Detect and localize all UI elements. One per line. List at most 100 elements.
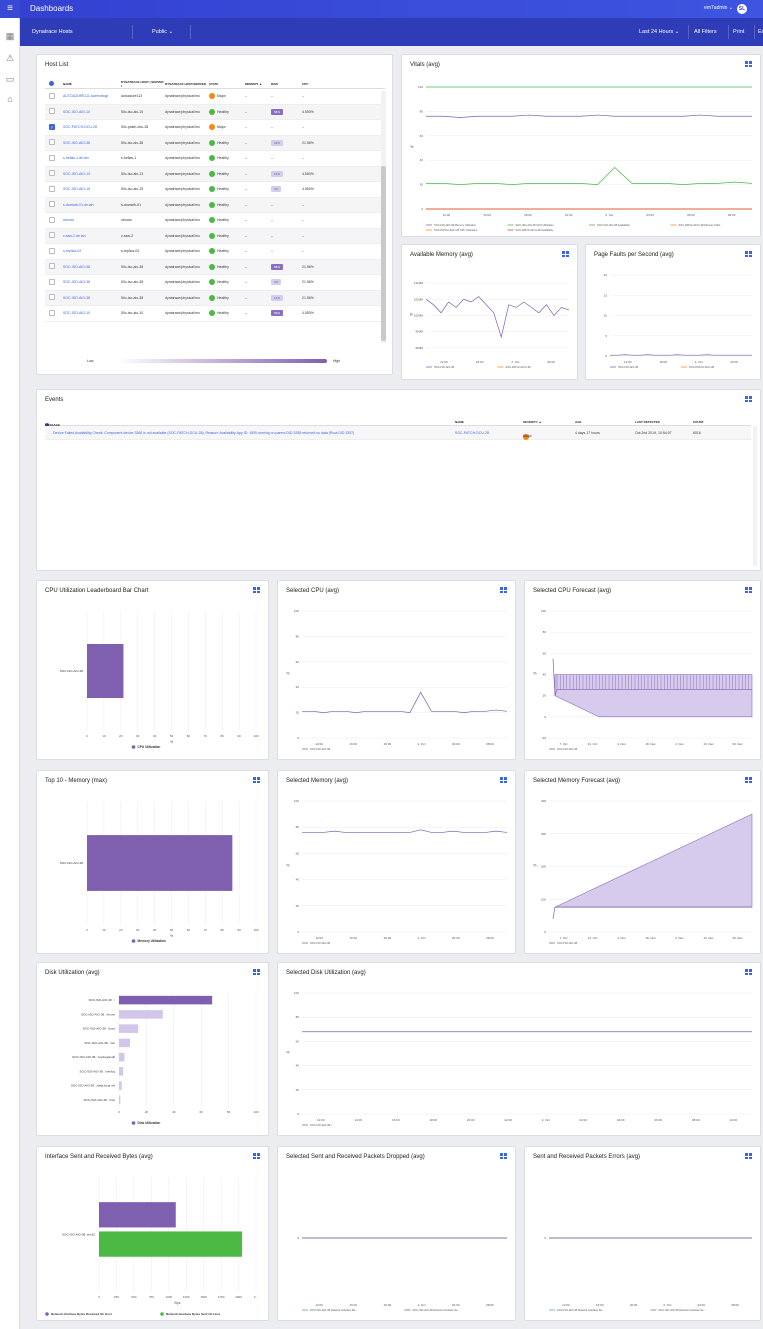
table-row[interactable]: s-hellas-1.de.lan s-hellas-1 dynatrace/phy…	[45, 151, 385, 167]
checkbox-icon[interactable]	[49, 232, 55, 239]
table-row[interactable]: ✓ SOC-PATCH-DCU-28 50c-patch-dcu-28 dynatra…	[45, 120, 385, 136]
row-checkbox[interactable]	[45, 216, 63, 224]
row-checkbox[interactable]	[45, 247, 63, 255]
checkbox-icon[interactable]	[49, 278, 55, 285]
widget-options-icon[interactable]	[500, 1153, 507, 1159]
business-services-icon[interactable]: ⌂	[4, 93, 16, 105]
row-checkbox[interactable]	[45, 185, 63, 193]
host-name-link[interactable]: c-ssw-2.de.lan	[63, 234, 121, 238]
table-row[interactable]: s-docweb-01.de.lan s-docweb-01 dynatrace/p…	[45, 197, 385, 213]
checkbox-icon[interactable]	[49, 154, 55, 161]
widget-options-icon[interactable]	[253, 1153, 260, 1159]
widget-options-icon[interactable]	[745, 969, 752, 975]
column-header[interactable]: DYNATRACE HOST/SERVER	[165, 82, 209, 86]
table-row[interactable]: s-replica-02 s-replica-02 dynatrace/physic…	[45, 244, 385, 260]
checkbox-icon[interactable]	[49, 185, 55, 192]
widget-options-icon[interactable]	[745, 1153, 752, 1159]
row-checkbox[interactable]	[45, 232, 63, 239]
events-scrollbar[interactable]	[753, 426, 757, 566]
widget-options-icon[interactable]	[253, 777, 260, 783]
visibility-dropdown[interactable]: Public ⌄	[152, 29, 173, 35]
table-row[interactable]: SOC-ISO-AIO-38 50c-iso-aio-38 dynatrace/ph…	[45, 275, 385, 291]
column-header[interactable]: LAST DETECTED	[635, 420, 660, 424]
table-row[interactable]: ubuntu ubuntu dynatrace/physical/mo Healthy…	[45, 213, 385, 229]
user-menu[interactable]: em7admin ⌄	[704, 5, 733, 11]
table-row[interactable]: SOC-ISO-AIO-38 50c-iso-aio-38 dynatrace/ph…	[45, 259, 385, 275]
checkbox-icon[interactable]	[49, 139, 55, 146]
widget-options-icon[interactable]	[745, 61, 752, 67]
settings-gear-icon[interactable]	[45, 81, 63, 87]
row-checkbox[interactable]	[45, 154, 63, 162]
row-checkbox[interactable]	[45, 92, 63, 100]
column-header[interactable]: AGE	[575, 420, 582, 424]
column-header[interactable]: MEMORY ▲	[245, 82, 271, 86]
host-name-link[interactable]: SOC-ISO-AIO-38	[63, 141, 121, 145]
widget-options-icon[interactable]	[562, 251, 569, 257]
column-header[interactable]: DISK	[271, 82, 302, 86]
table-row[interactable]: SOC-ISO-AIO-13 50c-iso-aio-13 dynatrace/ph…	[45, 166, 385, 182]
widget-options-icon[interactable]	[745, 587, 752, 593]
host-name-link[interactable]: s-replica-02	[63, 249, 121, 253]
event-row[interactable]: Device Failed Availability Check: Compon…	[45, 426, 751, 440]
row-checkbox[interactable]	[45, 278, 63, 286]
column-header[interactable]: SEVERITY ▲	[523, 420, 542, 424]
checkbox-icon[interactable]	[49, 294, 55, 301]
print-button[interactable]: Print	[733, 29, 744, 35]
row-checkbox[interactable]	[45, 108, 63, 115]
table-row[interactable]: AUTOAZURE111.sciencelogi autoazure113 dyna…	[45, 89, 385, 105]
host-name-link[interactable]: s-docweb-01.de.lan	[63, 203, 121, 207]
widget-options-icon[interactable]	[500, 587, 507, 593]
devices-icon[interactable]: ▭	[4, 73, 16, 85]
checkbox-icon[interactable]	[49, 108, 55, 115]
row-checkbox[interactable]	[45, 170, 63, 177]
events-alert-icon[interactable]: ⚠	[4, 52, 16, 64]
host-list-scrollbar[interactable]	[381, 91, 386, 343]
table-row[interactable]: SOC-ISO-AIO-10 50c-iso-aio-10 dynatrace/ph…	[45, 104, 385, 120]
table-row[interactable]: SOC-ISO-AIO-15 50c-iso-aio-15 dynatrace/ph…	[45, 182, 385, 198]
row-checkbox[interactable]	[45, 294, 63, 301]
row-checkbox[interactable]: ✓	[45, 124, 63, 131]
host-name-link[interactable]: SOC-PATCH-DCU-28	[63, 125, 121, 129]
host-name-link[interactable]: ubuntu	[63, 218, 121, 222]
row-checkbox[interactable]	[45, 309, 63, 317]
column-header[interactable]: NAME	[455, 420, 464, 424]
column-header[interactable]: COUNT	[693, 420, 704, 424]
host-name-link[interactable]: SOC-ISO-AIO-38	[63, 280, 121, 284]
table-row[interactable]: SOC-ISO-AIO-10 50c-iso-aio-10 dynatrace/ph…	[45, 306, 385, 322]
column-header[interactable]: DYNATRACE HOST | SERVER I	[121, 80, 165, 88]
widget-options-icon[interactable]	[253, 587, 260, 593]
edit-button[interactable]: Ed	[758, 29, 763, 35]
widget-options-icon[interactable]	[500, 777, 507, 783]
column-header[interactable]: NAME	[63, 82, 121, 86]
row-checkbox[interactable]	[45, 201, 63, 208]
host-name-link[interactable]: s-hellas-1.de.lan	[63, 156, 121, 160]
dashboard-name[interactable]: Dynatrace Hosts	[32, 29, 73, 35]
host-name-link[interactable]: AUTOAZURE111.sciencelogi	[63, 94, 121, 98]
column-header[interactable]: STATE	[209, 82, 245, 86]
checkbox-icon[interactable]	[49, 216, 55, 223]
time-range-dropdown[interactable]: Last 24 Hours ⌄	[639, 29, 679, 35]
host-name-link[interactable]: SOC-ISO-AIO-10	[63, 311, 121, 315]
row-checkbox[interactable]	[45, 263, 63, 270]
table-row[interactable]: c-ssw-2.de.lan c-ssw-2 dynatrace/physical/…	[45, 228, 385, 244]
dashboards-grid-icon[interactable]: ▦	[4, 30, 16, 42]
table-row[interactable]: SOC-ISO-AIO-38 50c-iso-aio-38 dynatrace/ph…	[45, 135, 385, 151]
event-message[interactable]: Device Failed Availability Check: Compon…	[53, 431, 448, 435]
host-name-link[interactable]: SOC-ISO-AIO-10	[63, 110, 121, 114]
column-header[interactable]: CPU	[302, 82, 338, 86]
host-name-link[interactable]: SOC-ISO-AIO-38	[63, 265, 121, 269]
checkbox-icon[interactable]: ✓	[49, 124, 55, 131]
widget-options-icon[interactable]	[745, 251, 752, 257]
event-device-name[interactable]: SOC-PATCH-DCU-28	[455, 431, 489, 435]
widget-options-icon[interactable]	[253, 969, 260, 975]
checkbox-icon[interactable]	[49, 201, 55, 208]
checkbox-icon[interactable]	[49, 170, 55, 177]
checkbox-icon[interactable]	[49, 247, 55, 254]
table-row[interactable]: SOC-ISO-AIO-38 50c-iso-aio-38 dynatrace/ph…	[45, 290, 385, 306]
checkbox-icon[interactable]	[49, 309, 55, 316]
widget-options-icon[interactable]	[745, 777, 752, 783]
hamburger-menu-icon[interactable]: ≡	[0, 0, 20, 18]
row-checkbox[interactable]	[45, 139, 63, 146]
widget-options-icon[interactable]	[745, 396, 752, 402]
host-name-link[interactable]: SOC-ISO-AIO-15	[63, 187, 121, 191]
